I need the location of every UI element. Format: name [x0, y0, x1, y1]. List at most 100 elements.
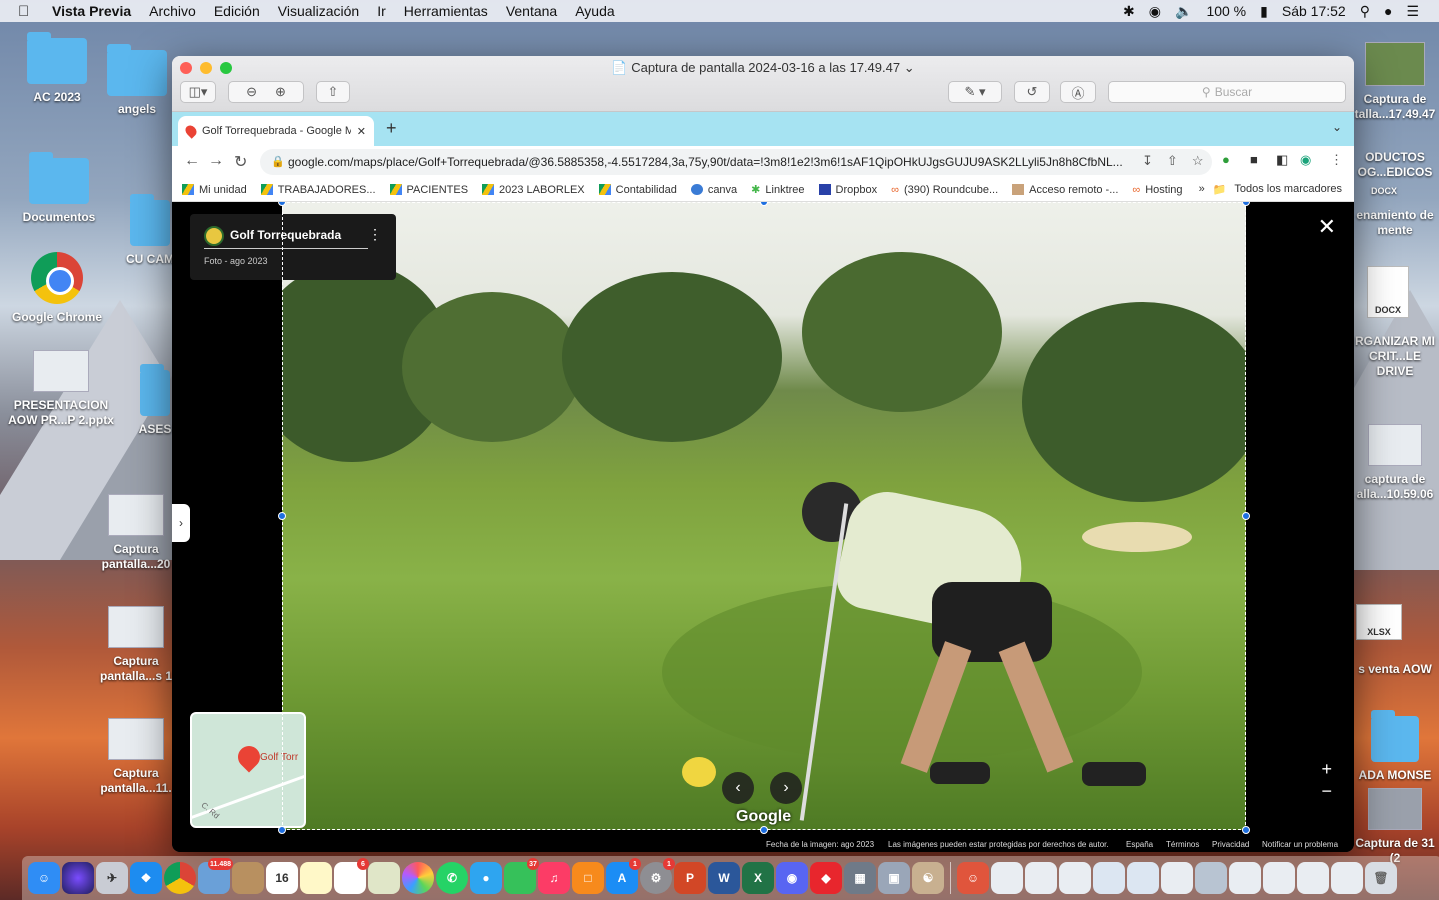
facetime-icon[interactable]: 37 [504, 858, 539, 894]
battery-percent[interactable]: 100 % [1206, 3, 1246, 19]
chrome-icon[interactable] [164, 862, 196, 894]
annotate-button[interactable]: Ⓐ [1060, 81, 1096, 103]
place-name[interactable]: Golf Torrequebrada [230, 228, 341, 242]
more-options-icon[interactable]: ⋮ [368, 226, 382, 243]
desktop-item-right-captura-3[interactable]: Captura de 31 (2 [1352, 788, 1438, 866]
bookmark-trabajadores[interactable]: TRABAJADORES... [260, 184, 376, 196]
report-problem-link[interactable]: Notificar un problema [1262, 840, 1338, 849]
notes-icon[interactable] [300, 862, 332, 894]
install-icon[interactable]: ↧ [1142, 153, 1153, 169]
menu-ventana[interactable]: Ventana [506, 3, 557, 19]
archive-utility-icon[interactable]: ▦ [844, 862, 876, 894]
clock[interactable]: Sáb 17:52 [1282, 3, 1346, 19]
dock-document-thumbnail[interactable] [1297, 862, 1329, 894]
bookmark-contabilidad[interactable]: Contabilidad [598, 184, 677, 196]
anydesk-icon[interactable]: ◆ [810, 862, 842, 894]
messages-icon[interactable]: ● [470, 862, 502, 894]
expand-panel-button[interactable]: › [172, 504, 190, 542]
books-icon[interactable]: □ [572, 862, 604, 894]
photos-icon[interactable] [402, 862, 434, 894]
rotate-button[interactable]: ↺ [1014, 81, 1050, 103]
markup-button[interactable]: ✎ ▾ [948, 81, 1002, 103]
profile-avatar[interactable]: ◉ [1300, 152, 1311, 168]
spotlight-icon[interactable]: ⚲ [1360, 3, 1370, 20]
desktop-app-chrome[interactable]: Google Chrome [2, 252, 112, 325]
url-field[interactable]: 🔒 google.com/maps/place/Golf+Torrequebra… [260, 149, 1212, 175]
minimap[interactable]: Golf Torr C. Rd [190, 712, 306, 828]
menu-edicion[interactable]: Edición [214, 3, 260, 19]
extension-icon[interactable]: ● [1222, 152, 1230, 167]
side-panel-icon[interactable]: ◧ [1276, 152, 1288, 168]
battery-icon[interactable]: ▮ [1260, 3, 1268, 20]
maps-icon[interactable] [368, 862, 400, 894]
browser-tab-active[interactable]: Golf Torrequebrada - Google M ✕ [178, 116, 374, 146]
launchpad-icon[interactable]: ✈ [96, 862, 128, 894]
bookmark-dropbox[interactable]: Dropbox [818, 184, 877, 196]
siri-icon[interactable]: ● [1384, 3, 1392, 19]
preview-app-icon[interactable]: ▣ [878, 862, 910, 894]
powerpoint-icon[interactable]: P [674, 862, 706, 894]
bookmark-mi-unidad[interactable]: Mi unidad [182, 184, 247, 196]
zoom-out-button[interactable]: − [1321, 780, 1332, 802]
selection-handle[interactable] [1242, 826, 1250, 834]
desktop-item-right-organizar[interactable]: RGANIZAR MI CRIT...LE DRIVE [1352, 334, 1438, 379]
previous-photo-button[interactable]: ‹ [722, 772, 754, 804]
music-icon[interactable]: ♫ [538, 862, 570, 894]
menu-archivo[interactable]: Archivo [149, 3, 196, 19]
bookmark-roundcube[interactable]: ∞ (390) Roundcube... [891, 184, 998, 196]
selection-handle[interactable] [1242, 512, 1250, 520]
star-bookmark-icon[interactable]: ☆ [1192, 153, 1204, 169]
dock-document-thumbnail[interactable] [1161, 862, 1193, 894]
recent-app-icon[interactable]: ☺ [957, 862, 989, 894]
selection-handle[interactable] [1242, 202, 1250, 206]
calendar-icon[interactable]: 16 [266, 862, 298, 894]
dock-document-thumbnail[interactable] [1127, 862, 1159, 894]
puzzle-extensions-icon[interactable]: ■ [1250, 152, 1258, 167]
trash-icon[interactable]: 🗑 [1365, 862, 1397, 894]
dock-document-thumbnail[interactable] [1093, 862, 1125, 894]
preview-title[interactable]: 📄 Captura de pantalla 2024-03-16 a las 1… [172, 60, 1354, 76]
selection-handle[interactable] [278, 826, 286, 834]
chrome-menu-icon[interactable]: ⋮ [1330, 152, 1343, 168]
dock-document-thumbnail[interactable] [1229, 862, 1261, 894]
whatsapp-icon[interactable]: ✆ [436, 862, 468, 894]
finder-icon[interactable]: ☺ [28, 862, 60, 894]
golf-photo[interactable] [282, 202, 1246, 830]
sidebar-toggle-button[interactable]: ◫▾ [180, 81, 216, 103]
bookmark-canva[interactable]: canva [690, 184, 737, 196]
dock-document-thumbnail[interactable] [1331, 862, 1363, 894]
notebook-icon[interactable] [232, 862, 264, 894]
desktop-file-presentacion[interactable]: PRESENTACION AOW PR...P 2.pptx [6, 350, 116, 428]
menu-ayuda[interactable]: Ayuda [575, 3, 614, 19]
next-photo-button[interactable]: › [770, 772, 802, 804]
dock-document-thumbnail[interactable] [991, 862, 1023, 894]
siri-icon[interactable] [62, 862, 94, 894]
utility-app-icon[interactable]: ☯ [912, 862, 944, 894]
tab-search-chevron-icon[interactable]: ⌄ [1332, 120, 1342, 134]
preview-search-field[interactable]: ⚲ Buscar [1108, 81, 1346, 103]
desktop-item-right-docx-1[interactable]: DOCX [1362, 184, 1406, 199]
privacy-link[interactable]: Privacidad [1212, 840, 1249, 849]
desktop-item-right-monse[interactable]: ADA MONSE [1352, 710, 1438, 783]
safari-icon[interactable]: ❖ [130, 862, 162, 894]
photos-app-icon[interactable]: 11.488 [198, 858, 233, 894]
excel-icon[interactable]: X [742, 862, 774, 894]
zoom-in-button[interactable]: + [1321, 758, 1332, 780]
discord-icon[interactable]: ◉ [776, 862, 808, 894]
country-link[interactable]: España [1126, 840, 1153, 849]
desktop-item-right-productos[interactable]: ODUCTOS OG...EDICOS [1352, 150, 1438, 180]
menu-herramientas[interactable]: Herramientas [404, 3, 488, 19]
desktop-item-captura-1[interactable]: Captura pantalla...20 [92, 494, 180, 572]
reload-button[interactable]: ↻ [234, 152, 247, 172]
dock-document-thumbnail[interactable] [1025, 862, 1057, 894]
desktop-item-right-captura-2[interactable]: captura de alla...10.59.06 [1352, 424, 1438, 502]
zoom-out-button[interactable]: ⊖ [246, 84, 257, 100]
bookmark-laborlex[interactable]: 2023 LABORLEX [482, 184, 585, 196]
menu-visualizacion[interactable]: Visualización [278, 3, 359, 19]
menu-app-name[interactable]: Vista Previa [52, 3, 131, 19]
new-tab-button[interactable]: + [386, 118, 397, 139]
bookmark-acceso-remoto[interactable]: Acceso remoto -... [1012, 184, 1118, 196]
desktop-folder-documentos[interactable]: Documentos [4, 152, 114, 225]
all-bookmarks-button[interactable]: Todos los marcadores [1234, 183, 1342, 195]
bookmark-hosting[interactable]: ∞ Hosting [1132, 184, 1182, 196]
